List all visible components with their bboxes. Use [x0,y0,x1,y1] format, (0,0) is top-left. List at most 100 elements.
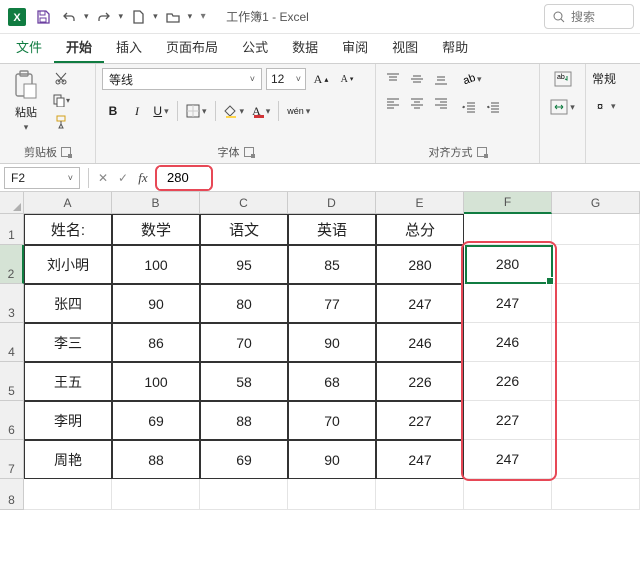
cell[interactable] [552,284,640,323]
cell[interactable] [24,479,112,510]
cell[interactable] [552,440,640,479]
cell[interactable] [200,479,288,510]
font-size-select[interactable]: 12˅ [266,68,306,90]
fx-button[interactable]: fx [133,168,153,188]
font-name-select[interactable]: 等线˅ [102,68,262,90]
cell[interactable]: 总分 [376,214,464,245]
cell[interactable] [288,479,376,510]
formula-input[interactable] [159,167,209,189]
cell[interactable] [552,245,640,284]
cell[interactable]: 88 [112,440,200,479]
col-header-F[interactable]: F [464,192,552,214]
cell[interactable]: 李明 [24,401,112,440]
cell[interactable]: 李三 [24,323,112,362]
underline-button[interactable]: U▾ [150,100,172,122]
open-dropdown-icon[interactable]: ▾ [188,11,193,22]
row-header-5[interactable]: 5 [0,362,24,401]
tab-help[interactable]: 帮助 [430,31,480,63]
col-header-B[interactable]: B [112,192,200,214]
increase-font-button[interactable]: A▴ [310,68,332,90]
dialog-launcher-icon[interactable] [61,147,71,157]
italic-button[interactable]: I [126,100,148,122]
row-header-7[interactable]: 7 [0,440,24,479]
new-file-icon[interactable] [127,6,149,28]
cell[interactable]: 姓名: [24,214,112,245]
currency-button[interactable]: ¤▾ [592,95,619,117]
row-header-3[interactable]: 3 [0,284,24,323]
align-top-button[interactable] [382,68,404,90]
align-right-button[interactable] [430,92,452,114]
cell[interactable] [112,479,200,510]
redo-icon[interactable] [93,6,115,28]
undo-icon[interactable] [58,6,80,28]
save-icon[interactable] [32,6,54,28]
cell[interactable]: 226 [376,362,464,401]
cell[interactable]: 69 [112,401,200,440]
accept-formula-button[interactable]: ✓ [113,168,133,188]
border-button[interactable]: ▾ [183,100,210,122]
row-header-1[interactable]: 1 [0,214,24,245]
cell[interactable]: 77 [288,284,376,323]
cell[interactable]: 90 [288,440,376,479]
fill-color-button[interactable]: ▾ [221,100,248,122]
tab-home[interactable]: 开始 [54,31,104,63]
col-header-D[interactable]: D [288,192,376,214]
cancel-formula-button[interactable]: ✕ [93,168,113,188]
redo-dropdown-icon[interactable]: ▾ [119,11,124,22]
cell[interactable]: 刘小明 [24,245,112,284]
dialog-launcher-icon[interactable] [244,147,254,157]
tab-layout[interactable]: 页面布局 [154,31,230,63]
qat-customize-icon[interactable]: ▾ [196,6,210,28]
decrease-indent-button[interactable] [458,96,480,118]
cell[interactable]: 247 [376,284,464,323]
cell[interactable]: 80 [200,284,288,323]
cell[interactable]: 100 [112,362,200,401]
cell[interactable]: 85 [288,245,376,284]
row-header-4[interactable]: 4 [0,323,24,362]
new-file-dropdown-icon[interactable]: ▾ [153,11,158,22]
name-box[interactable]: F2˅ [4,167,80,189]
cell[interactable]: 227 [464,401,552,440]
wrap-text-button[interactable]: ab [551,68,575,90]
cell[interactable]: 张四 [24,284,112,323]
cell[interactable]: 247 [464,284,552,323]
search-box[interactable]: 搜索 [544,4,634,29]
cell[interactable]: 68 [288,362,376,401]
select-all-corner[interactable] [0,192,24,214]
cell[interactable] [376,479,464,510]
open-folder-icon[interactable] [162,6,184,28]
cell[interactable]: 246 [464,323,552,362]
col-header-G[interactable]: G [552,192,640,214]
tab-insert[interactable]: 插入 [104,31,154,63]
col-header-A[interactable]: A [24,192,112,214]
phonetic-button[interactable]: wén▾ [284,100,313,122]
format-painter-button[interactable] [50,112,72,132]
cell[interactable] [464,479,552,510]
cell[interactable]: 280 [464,245,552,284]
cell[interactable]: 58 [200,362,288,401]
align-left-button[interactable] [382,92,404,114]
align-center-button[interactable] [406,92,428,114]
number-format-select[interactable]: 常规 [592,68,616,89]
cell[interactable]: 数学 [112,214,200,245]
undo-dropdown-icon[interactable]: ▾ [84,11,89,22]
cell[interactable]: 226 [464,362,552,401]
cell[interactable]: 247 [464,440,552,479]
cell[interactable]: 247 [376,440,464,479]
row-header-6[interactable]: 6 [0,401,24,440]
cell[interactable]: 70 [288,401,376,440]
row-header-8[interactable]: 8 [0,479,24,510]
orientation-button[interactable]: ab▾ [458,68,485,90]
cell[interactable]: 95 [200,245,288,284]
cell[interactable]: 90 [112,284,200,323]
tab-formulas[interactable]: 公式 [230,31,280,63]
merge-button[interactable]: ▾ [547,96,578,118]
cell[interactable]: 王五 [24,362,112,401]
cell[interactable]: 70 [200,323,288,362]
tab-file[interactable]: 文件 [4,31,54,63]
cell[interactable]: 100 [112,245,200,284]
copy-button[interactable]: ▾ [50,90,72,110]
align-middle-button[interactable] [406,68,428,90]
cell[interactable]: 英语 [288,214,376,245]
cell[interactable] [552,214,640,245]
